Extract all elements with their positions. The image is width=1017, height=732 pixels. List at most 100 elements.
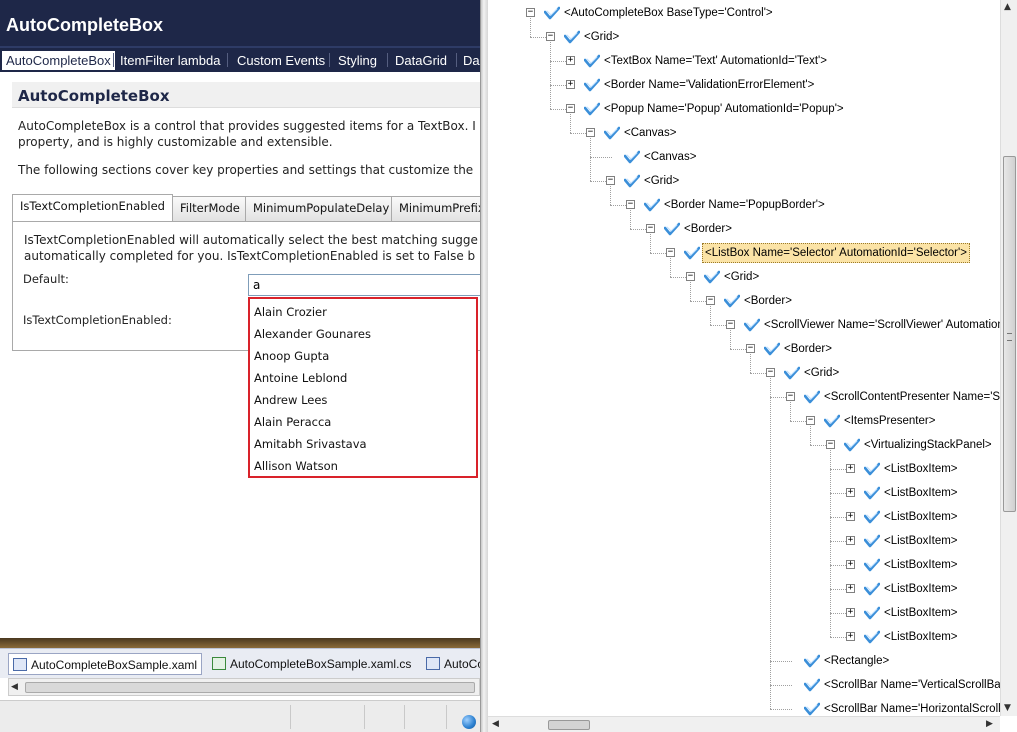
tree-node[interactable]: − <Border> xyxy=(706,291,1000,311)
scroll-down-arrow-icon[interactable]: ▼ xyxy=(1004,703,1011,713)
tree-vertical-scrollbar[interactable]: ▲ ▼ xyxy=(1000,0,1017,716)
doc-tab-xaml-cs[interactable]: AutoCompleteBoxSample.xaml.cs xyxy=(208,653,415,675)
suggestion-item[interactable]: Alain Peracca xyxy=(254,412,331,432)
scroll-thumb[interactable] xyxy=(25,682,475,693)
scroll-up-arrow-icon[interactable]: ▲ xyxy=(1004,2,1011,12)
collapse-minus-icon[interactable]: − xyxy=(766,368,775,377)
tab-autocompletebox[interactable]: AutoCompleteBox xyxy=(2,51,115,70)
expand-plus-icon[interactable]: + xyxy=(566,56,575,65)
tree-node[interactable]: + <ListBoxItem> xyxy=(846,459,1000,479)
tree-node[interactable]: <ScrollBar Name='VerticalScrollBar'> xyxy=(786,675,1000,695)
expand-plus-icon[interactable]: + xyxy=(846,608,855,617)
expand-plus-icon[interactable]: + xyxy=(846,632,855,641)
tab-more[interactable]: Da xyxy=(459,51,480,70)
collapse-minus-icon[interactable]: − xyxy=(686,272,695,281)
expand-plus-icon[interactable]: + xyxy=(846,584,855,593)
collapse-minus-icon[interactable]: − xyxy=(786,392,795,401)
tree-node[interactable]: − <Grid> xyxy=(546,27,1000,47)
expand-plus-icon[interactable]: + xyxy=(846,512,855,521)
tree-node[interactable]: − <ScrollContentPresenter Name='ScrollCon… xyxy=(786,387,1000,407)
tree-node[interactable]: + <ListBoxItem> xyxy=(846,603,1000,623)
collapse-minus-icon[interactable]: − xyxy=(526,8,535,17)
demo-tab-istextcompletionenabled[interactable]: IsTextCompletionEnabled xyxy=(12,194,173,221)
collapse-minus-icon[interactable]: − xyxy=(726,320,735,329)
tree-node[interactable]: + <ListBoxItem> xyxy=(846,555,1000,575)
demo-tab-minimumprefix[interactable]: MinimumPrefix xyxy=(391,196,480,221)
tree-node[interactable]: + <TextBox Name='Text' AutomationId='Text… xyxy=(566,51,1000,71)
scroll-thumb[interactable] xyxy=(1003,156,1016,512)
collapse-minus-icon[interactable]: − xyxy=(626,200,635,209)
scroll-left-arrow-icon[interactable]: ◀ xyxy=(11,682,18,692)
tree-node[interactable]: <Rectangle> xyxy=(786,651,1000,671)
scroll-left-arrow-icon[interactable]: ◀ xyxy=(492,719,499,729)
tree-node[interactable]: + <ListBoxItem> xyxy=(846,627,1000,647)
collapse-minus-icon[interactable]: − xyxy=(566,104,575,113)
scroll-thumb[interactable] xyxy=(548,720,590,730)
tree-node[interactable]: − <ListBox Name='Selector' AutomationId='… xyxy=(666,243,1000,263)
collapse-minus-icon[interactable]: − xyxy=(826,440,835,449)
expand-plus-icon[interactable]: + xyxy=(566,80,575,89)
tree-node[interactable]: − <Border Name='PopupBorder'> xyxy=(626,195,1000,215)
collapse-minus-icon[interactable]: − xyxy=(806,416,815,425)
expand-plus-icon[interactable]: + xyxy=(846,536,855,545)
suggestion-item[interactable]: Alain Crozier xyxy=(254,302,327,322)
pane-splitter[interactable] xyxy=(480,0,488,732)
collapse-minus-icon[interactable]: − xyxy=(746,344,755,353)
tree-node[interactable]: − <VirtualizingStackPanel> xyxy=(826,435,1000,455)
tree-node[interactable]: − <Border> xyxy=(746,339,1000,359)
demo-tab-strip: IsTextCompletionEnabled FilterMode Minim… xyxy=(12,194,480,221)
tree-node-label: <ScrollViewer Name='ScrollViewer' Automa… xyxy=(764,319,1000,331)
tree-node[interactable]: − <ScrollViewer Name='ScrollViewer' Autom… xyxy=(726,315,1000,335)
default-label: Default: xyxy=(23,272,69,286)
tree-node[interactable]: + <ListBoxItem> xyxy=(846,531,1000,551)
tree-node[interactable]: + <ListBoxItem> xyxy=(846,579,1000,599)
tree-node[interactable]: − <Canvas> xyxy=(586,123,1000,143)
tree-node[interactable]: + <ListBoxItem> xyxy=(846,507,1000,527)
expand-plus-icon[interactable]: + xyxy=(846,464,855,473)
tab-itemfilter-lambda[interactable]: ItemFilter lambda xyxy=(116,51,224,70)
expand-plus-icon[interactable]: + xyxy=(846,560,855,569)
tree-node[interactable]: − <Popup Name='Popup' AutomationId='Popup… xyxy=(566,99,1000,119)
tree-node-label: <ListBoxItem> xyxy=(884,487,958,499)
scroll-right-arrow-icon[interactable]: ▶ xyxy=(986,719,993,729)
collapse-minus-icon[interactable]: − xyxy=(646,224,655,233)
element-icon xyxy=(583,78,601,92)
section-header: AutoCompleteBox xyxy=(12,82,480,108)
tab-custom-events[interactable]: Custom Events xyxy=(233,51,329,70)
sample-browser-pane: AutoCompleteBox AutoCompleteBox ItemFilt… xyxy=(0,0,480,732)
autocomplete-input[interactable] xyxy=(248,274,480,296)
collapse-minus-icon[interactable]: − xyxy=(666,248,675,257)
tree-node[interactable]: − <Grid> xyxy=(686,267,1000,287)
demo-tab-minimumpopulatedelay[interactable]: MinimumPopulateDelay xyxy=(245,196,398,221)
expand-plus-icon[interactable]: + xyxy=(846,488,855,497)
demo-tab-filtermode[interactable]: FilterMode xyxy=(172,196,248,221)
tree-node[interactable]: + <ListBoxItem> xyxy=(846,483,1000,503)
suggestion-item[interactable]: Allison Watson xyxy=(254,456,338,476)
tree-node[interactable]: − <ItemsPresenter> xyxy=(806,411,1000,431)
tree-node[interactable]: <ScrollBar Name='HorizontalScrollBar'> xyxy=(786,699,1000,716)
tree-node[interactable]: − <AutoCompleteBox BaseType='Control'> xyxy=(526,3,1000,23)
doc-tab-more[interactable]: AutoCo xyxy=(422,653,480,675)
tab-styling[interactable]: Styling xyxy=(334,51,381,70)
tree-node[interactable]: <Canvas> xyxy=(606,147,1000,167)
collapse-minus-icon[interactable]: − xyxy=(606,176,615,185)
section-title: AutoCompleteBox xyxy=(18,87,170,105)
tree-node-label: <Border Name='PopupBorder'> xyxy=(664,199,825,211)
tree-node-label: <Grid> xyxy=(644,175,680,187)
editor-horizontal-scrollbar[interactable]: ◀ xyxy=(8,678,480,696)
doc-tab-xaml[interactable]: AutoCompleteBoxSample.xaml xyxy=(8,653,203,675)
suggestion-item[interactable]: Anoop Gupta xyxy=(254,346,329,366)
collapse-minus-icon[interactable]: − xyxy=(546,32,555,41)
collapse-minus-icon[interactable]: − xyxy=(706,296,715,305)
tree-node[interactable]: − <Grid> xyxy=(766,363,1000,383)
tree-node[interactable]: − <Grid> xyxy=(606,171,1000,191)
tab-datagrid[interactable]: DataGrid xyxy=(391,51,451,70)
suggestion-item[interactable]: Antoine Leblond xyxy=(254,368,347,388)
suggestion-item[interactable]: Alexander Gounares xyxy=(254,324,371,344)
tree-horizontal-scrollbar[interactable]: ◀ ▶ xyxy=(488,716,1000,732)
suggestion-item[interactable]: Andrew Lees xyxy=(254,390,327,410)
suggestion-item[interactable]: Amitabh Srivastava xyxy=(254,434,367,454)
collapse-minus-icon[interactable]: − xyxy=(586,128,595,137)
tree-node[interactable]: + <Border Name='ValidationErrorElement'> xyxy=(566,75,1000,95)
tree-node[interactable]: − <Border> xyxy=(646,219,1000,239)
